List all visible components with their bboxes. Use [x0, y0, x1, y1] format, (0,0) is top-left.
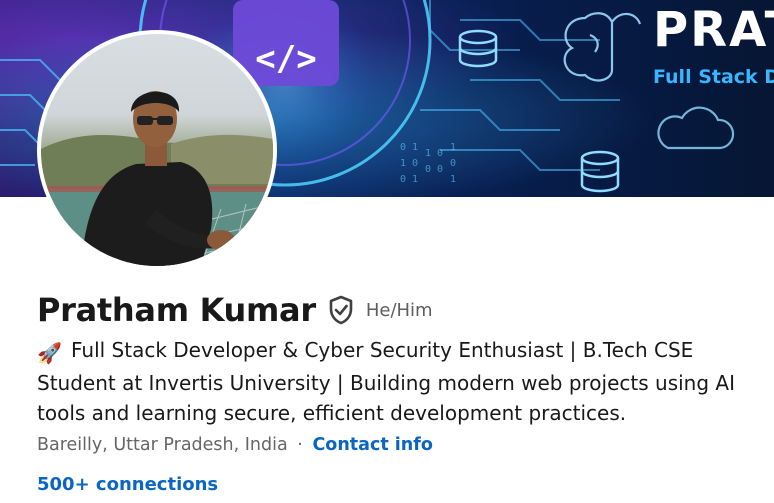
rocket-icon: 🚀: [37, 341, 62, 365]
shield-check-icon[interactable]: [328, 295, 354, 325]
location-text: Bareilly, Uttar Pradesh, India: [37, 435, 288, 455]
banner-brand-text: PRAT: [653, 2, 774, 58]
svg-text:1: 1: [450, 174, 456, 185]
headline-text: Full Stack Developer & Cyber Security En…: [37, 338, 735, 425]
svg-text:0 1: 0 1: [400, 174, 418, 185]
separator-dot: ·: [297, 435, 303, 455]
location-row: Bareilly, Uttar Pradesh, India · Contact…: [37, 435, 433, 455]
svg-text:0 0: 0 0: [425, 164, 443, 175]
svg-text:0 1: 0 1: [400, 142, 418, 153]
avatar-photo: [41, 34, 273, 266]
contact-info-link[interactable]: Contact info: [312, 435, 432, 455]
profile-headline: 🚀 Full Stack Developer & Cyber Security E…: [37, 335, 773, 428]
profile-name: Pratham Kumar: [37, 291, 316, 329]
svg-text:</>: </>: [255, 39, 316, 79]
svg-text:0: 0: [450, 158, 456, 169]
svg-text:1: 1: [450, 142, 456, 153]
name-row: Pratham Kumar He/Him: [37, 288, 433, 332]
pronouns: He/Him: [365, 299, 433, 321]
profile-card: </> 0 11 00 1 1 00 0 101 PRA Full Stack …: [0, 0, 774, 503]
avatar-illustration: [41, 91, 273, 266]
svg-text:1 0: 1 0: [400, 158, 418, 169]
banner-tagline: Full Stack Dev: [653, 66, 774, 88]
profile-avatar[interactable]: [37, 30, 277, 270]
connections-link[interactable]: 500+ connections: [37, 474, 218, 495]
